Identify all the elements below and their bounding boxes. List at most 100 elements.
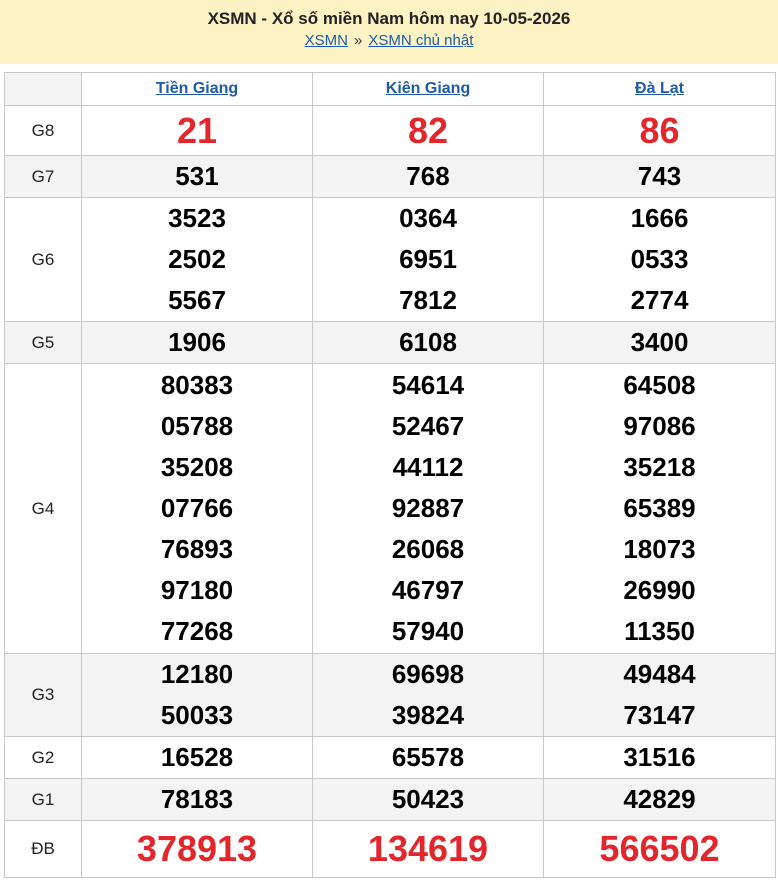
prize-number: 378913 bbox=[136, 828, 258, 869]
prize-number: 6951 bbox=[399, 244, 457, 274]
prize-value-cell: 531 bbox=[81, 155, 313, 198]
prize-number: 39824 bbox=[391, 700, 465, 730]
breadcrumb-link-xsmn-chu-nhat[interactable]: XSMN chủ nhật bbox=[368, 32, 473, 49]
prize-number: 49484 bbox=[623, 659, 696, 689]
prize-value-cell: 64508 97086 35218 65389 18073 26990 11350 bbox=[543, 363, 776, 654]
prize-label-cell: G8 bbox=[4, 105, 82, 156]
prize-value-cell: 31516 bbox=[543, 736, 776, 779]
prize-label: G1 bbox=[31, 789, 55, 809]
prize-number: 69698 bbox=[391, 659, 465, 689]
province-link-kien-giang[interactable]: Kiên Giang bbox=[386, 80, 470, 97]
prize-row: G2 16528 65578 31516 bbox=[4, 736, 776, 779]
prize-number: 35218 bbox=[623, 452, 696, 482]
prize-number: 57940 bbox=[391, 616, 465, 646]
prize-number: 92887 bbox=[391, 493, 465, 523]
prize-value-cell: 566502 bbox=[543, 820, 776, 878]
prize-value-cell: 86 bbox=[543, 105, 776, 156]
prize-number: 0364 bbox=[399, 203, 457, 233]
prize-number: 3400 bbox=[630, 327, 689, 357]
prize-number: 134619 bbox=[367, 828, 489, 869]
prize-value-cell: 12180 50033 bbox=[81, 653, 313, 737]
prize-number: 97180 bbox=[160, 575, 234, 605]
province-header-cell: Tiền Giang bbox=[81, 72, 313, 106]
prize-number: 1666 bbox=[630, 203, 689, 233]
prize-value-cell: 1906 bbox=[81, 321, 313, 364]
prize-value-cell: 743 bbox=[543, 155, 776, 198]
prize-label-cell: G4 bbox=[4, 363, 82, 654]
prize-label-cell: G1 bbox=[4, 778, 82, 821]
prize-number: 7812 bbox=[399, 285, 457, 315]
prize-number: 65578 bbox=[391, 742, 465, 772]
prize-label-cell: G5 bbox=[4, 321, 82, 364]
prize-table-body: G8 21 82 86 G7 531 768 743 G6 3523 2502 5567 0364 695… bbox=[4, 105, 776, 878]
prize-number: 531 bbox=[175, 161, 219, 191]
prize-label-cell: G7 bbox=[4, 155, 82, 198]
province-header-cell: Đà Lạt bbox=[543, 72, 776, 106]
prize-value-cell: 82 bbox=[312, 105, 544, 156]
prize-number: 73147 bbox=[623, 700, 696, 730]
prize-label-cell: G2 bbox=[4, 736, 82, 779]
breadcrumb: XSMN » XSMN chủ nhật bbox=[0, 30, 778, 52]
province-link-da-lat[interactable]: Đà Lạt bbox=[635, 80, 684, 97]
prize-label: G3 bbox=[31, 685, 55, 704]
prize-row: G1 78183 50423 42829 bbox=[4, 778, 776, 821]
prize-value-cell: 3400 bbox=[543, 321, 776, 364]
prize-label: G2 bbox=[31, 747, 55, 767]
prize-number: 50423 bbox=[391, 784, 465, 814]
prize-label-cell: G3 bbox=[4, 653, 82, 737]
prize-number: 26990 bbox=[623, 575, 696, 605]
province-header-cell: Kiên Giang bbox=[312, 72, 544, 106]
prize-number: 82 bbox=[407, 109, 449, 151]
prize-number: 05788 bbox=[160, 411, 234, 441]
prize-number: 12180 bbox=[160, 659, 234, 689]
prize-number: 86 bbox=[639, 109, 680, 151]
prize-value-cell: 768 bbox=[312, 155, 544, 198]
prize-number: 52467 bbox=[391, 411, 465, 441]
prize-value-cell: 16528 bbox=[81, 736, 313, 779]
prize-label-cell: G6 bbox=[4, 197, 82, 322]
prize-number: 3523 bbox=[168, 203, 226, 233]
prize-label: G8 bbox=[31, 120, 55, 140]
prize-label: G5 bbox=[31, 332, 55, 352]
prize-number: 2774 bbox=[630, 285, 689, 315]
prize-number: 6108 bbox=[399, 327, 457, 357]
prize-number: 31516 bbox=[623, 742, 696, 772]
prize-number: 1906 bbox=[168, 327, 226, 357]
prize-number: 42829 bbox=[623, 784, 696, 814]
prize-value-cell: 54614 52467 44112 92887 26068 46797 57940 bbox=[312, 363, 544, 654]
prize-number: 566502 bbox=[599, 828, 720, 869]
prize-label: G7 bbox=[31, 166, 55, 186]
province-link-tien-giang[interactable]: Tiền Giang bbox=[156, 80, 238, 97]
prize-label: G6 bbox=[31, 249, 55, 269]
prize-number: 0533 bbox=[630, 244, 689, 274]
prize-value-cell: 50423 bbox=[312, 778, 544, 821]
prize-number: 65389 bbox=[623, 493, 696, 523]
prize-value-cell: 80383 05788 35208 07766 76893 97180 77268 bbox=[81, 363, 313, 654]
page-title: XSMN - Xổ số miền Nam hôm nay 10-05-2026 bbox=[207, 9, 571, 28]
prize-row: G5 1906 6108 3400 bbox=[4, 321, 776, 364]
prize-number: 44112 bbox=[392, 452, 464, 482]
prize-value-cell: 3523 2502 5567 bbox=[81, 197, 313, 322]
prize-row: ĐB 378913 134619 566502 bbox=[4, 820, 776, 878]
prize-number: 54614 bbox=[391, 370, 465, 400]
prize-value-cell: 1666 0533 2774 bbox=[543, 197, 776, 322]
results-table: Tiền Giang Kiên Giang Đà Lạt G8 21 82 86 G7 5… bbox=[4, 72, 776, 878]
header-corner-cell bbox=[4, 72, 82, 106]
prize-number: 18073 bbox=[623, 534, 696, 564]
prize-row: G8 21 82 86 bbox=[4, 105, 776, 156]
prize-value-cell: 65578 bbox=[312, 736, 544, 779]
prize-number: 77268 bbox=[160, 616, 234, 646]
prize-value-cell: 0364 6951 7812 bbox=[312, 197, 544, 322]
prize-value-cell: 134619 bbox=[312, 820, 544, 878]
prize-number: 2502 bbox=[168, 244, 226, 274]
prize-number: 07766 bbox=[160, 493, 234, 523]
prize-row: G3 12180 50033 69698 39824 49484 73147 bbox=[4, 653, 776, 737]
breadcrumb-link-xsmn[interactable]: XSMN bbox=[305, 32, 348, 49]
prize-number: 35208 bbox=[160, 452, 234, 482]
prize-row: G6 3523 2502 5567 0364 6951 7812 1666 0533 2774 bbox=[4, 197, 776, 322]
prize-number: 26068 bbox=[391, 534, 465, 564]
prize-number: 21 bbox=[176, 109, 218, 151]
prize-number: 11350 bbox=[624, 616, 695, 646]
page-header: XSMN - Xổ số miền Nam hôm nay 10-05-2026… bbox=[0, 0, 778, 64]
prize-number: 50033 bbox=[160, 700, 234, 730]
